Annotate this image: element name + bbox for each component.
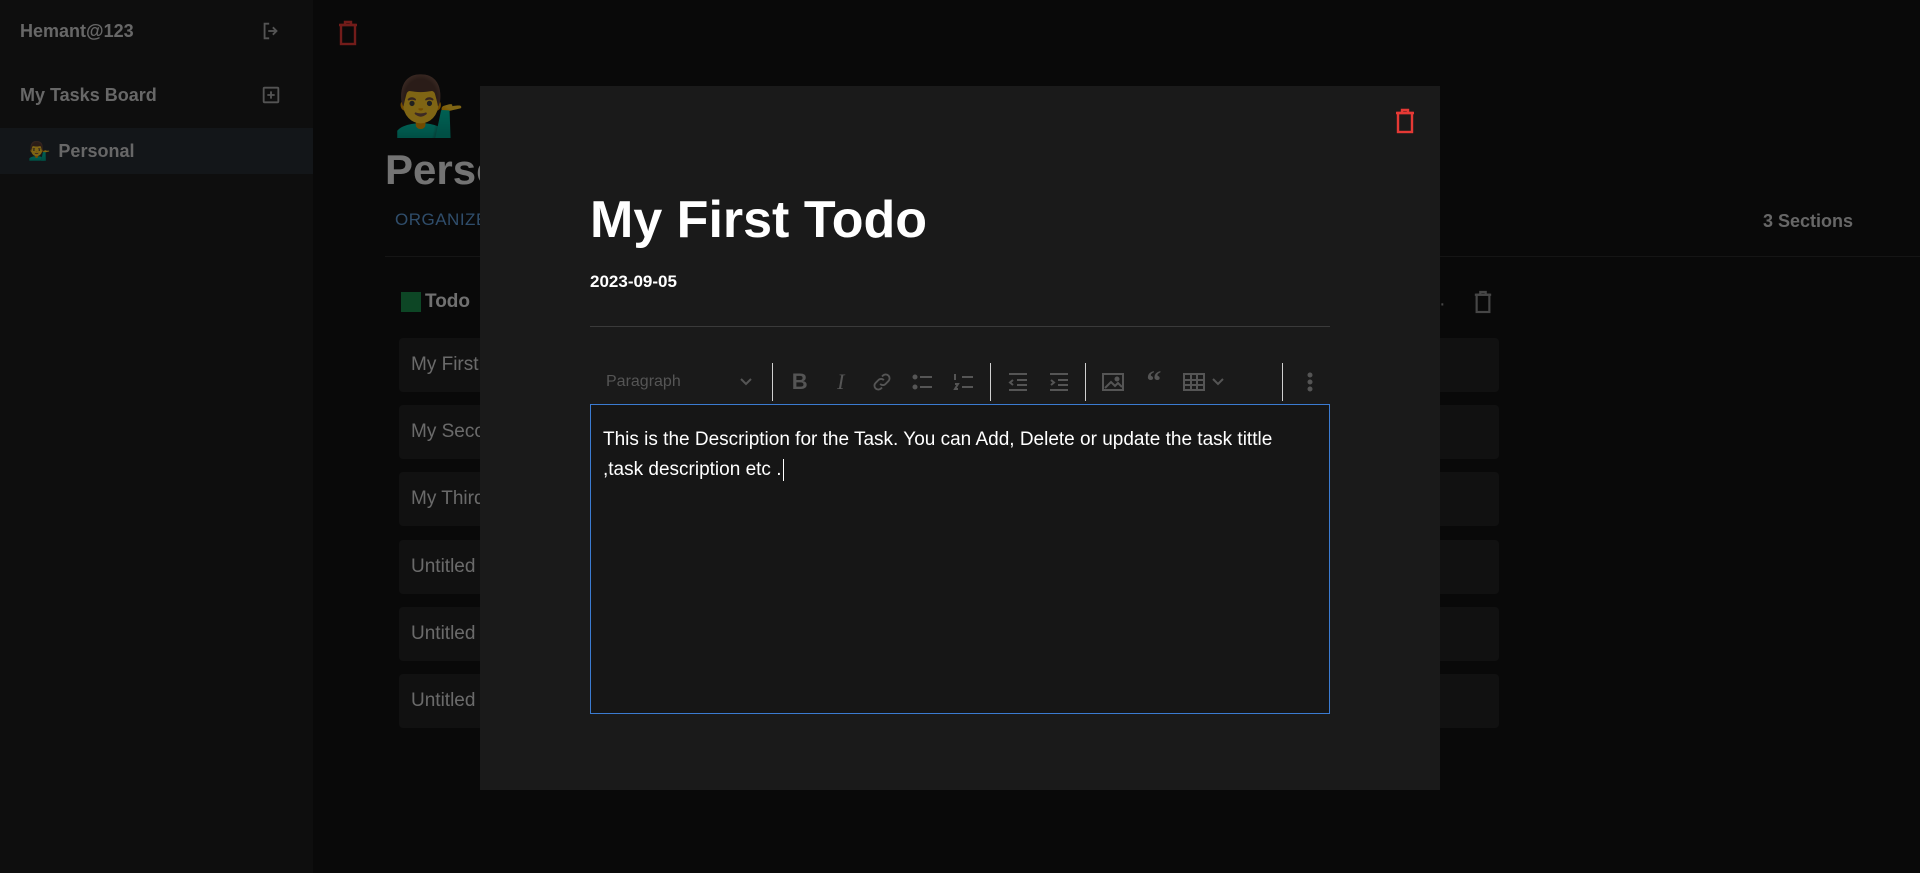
toolbar-separator (1282, 363, 1284, 401)
modal-divider (590, 326, 1330, 327)
description-editor[interactable]: This is the Description for the Task. Yo… (590, 404, 1330, 714)
app-root: Hemant@123 My Tasks Board 💁‍♂️ Personal (0, 0, 1920, 873)
task-modal: My First Todo 2023-09-05 Paragraph B I “… (480, 86, 1440, 790)
heading-select-value: Paragraph (606, 373, 681, 390)
toolbar-separator (990, 363, 992, 401)
image-icon[interactable] (1092, 364, 1133, 400)
indent-icon[interactable] (1038, 364, 1079, 400)
text-caret (783, 458, 785, 481)
link-icon[interactable] (861, 364, 902, 400)
heading-select[interactable]: Paragraph (590, 373, 766, 391)
more-vertical-icon[interactable] (1289, 364, 1330, 400)
delete-task-trash-icon[interactable] (1394, 108, 1416, 139)
bulleted-list-icon[interactable] (902, 364, 943, 400)
block-quote-icon[interactable]: “ (1133, 364, 1174, 400)
toolbar-separator (1085, 363, 1087, 401)
numbered-list-icon[interactable] (943, 364, 984, 400)
description-text: This is the Description for the Task. Yo… (603, 429, 1273, 480)
task-date: 2023-09-05 (590, 272, 677, 291)
toolbar-separator (772, 363, 774, 401)
outdent-icon[interactable] (997, 364, 1038, 400)
editor-toolbar: Paragraph B I “ (590, 360, 1330, 404)
italic-icon[interactable]: I (820, 364, 861, 400)
bold-icon[interactable]: B (779, 364, 820, 400)
insert-table-icon[interactable] (1174, 364, 1231, 400)
task-title-input[interactable]: My First Todo (590, 190, 927, 250)
chevron-down-icon (740, 373, 752, 391)
